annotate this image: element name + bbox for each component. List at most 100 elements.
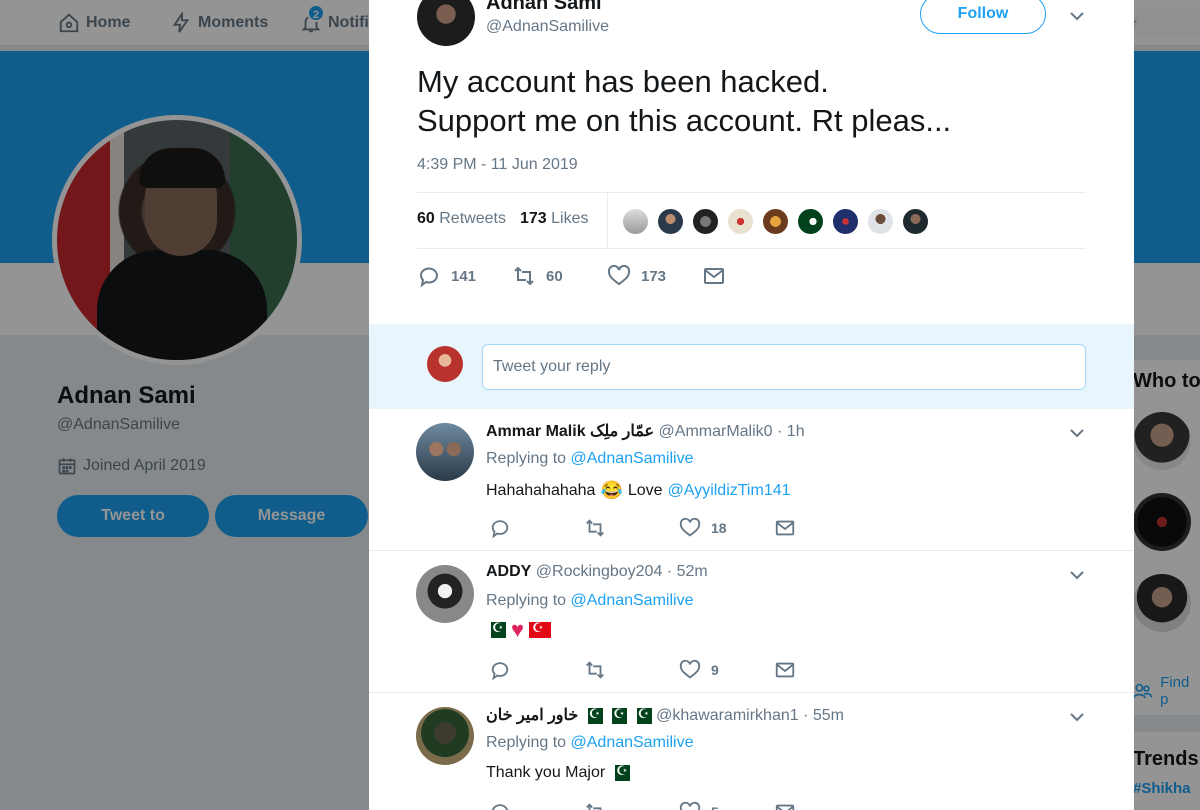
reply-author-name[interactable]: ADDY [486, 563, 531, 580]
reply-action[interactable] [489, 801, 584, 810]
liker-avatar[interactable] [866, 207, 895, 236]
reply-text: Thank you Major [486, 763, 631, 782]
chevron-down-icon[interactable] [1067, 565, 1087, 585]
reply-icon [491, 662, 509, 681]
tweet-text: My account has been hacked. Support me o… [417, 64, 952, 138]
envelope-icon [775, 804, 795, 810]
reply-avatar[interactable] [416, 707, 474, 765]
message-action[interactable] [774, 801, 869, 810]
reply-header: خاور امیر خان @khawaramirkhan1 · 55m [486, 705, 844, 725]
divider [607, 193, 608, 248]
message-action[interactable] [702, 264, 726, 288]
retweets-stat[interactable]: 60 Retweets [417, 210, 506, 228]
reply-text: Hahahahahaha 😂 Love @AyyildizTim141 [486, 480, 791, 501]
liker-avatar[interactable] [726, 207, 755, 236]
reply-actions: 9 [489, 659, 869, 681]
mention-link[interactable]: @AyyildizTim141 [668, 482, 791, 500]
pakistan-flag-icon [607, 706, 628, 724]
like-action[interactable]: 9 [679, 659, 774, 681]
turkey-flag-icon [529, 620, 552, 638]
envelope-icon [775, 520, 795, 536]
reply-icon [420, 267, 438, 288]
liker-avatar[interactable] [761, 207, 790, 236]
reply-author-handle[interactable]: @Rockingboy204 [536, 563, 663, 580]
retweet-icon [586, 803, 602, 810]
likers-avatars [621, 207, 930, 236]
laughing-emoji-icon: 😂 [600, 480, 623, 500]
author-name[interactable]: Adnan Sami [486, 0, 602, 15]
like-action[interactable]: 18 [679, 517, 774, 539]
replying-to-label: Replying to [486, 592, 567, 609]
heart-icon [607, 264, 631, 286]
reply-count: 141 [451, 267, 477, 285]
retweet-action[interactable]: 60 [512, 264, 607, 288]
likes-stat-label: Likes [551, 210, 589, 227]
envelope-icon [775, 662, 795, 678]
reply-text: ♥ [486, 619, 552, 641]
reply-icon [491, 520, 509, 539]
reply-text-body: Thank you Major [486, 764, 606, 781]
reply-author-name[interactable]: Ammar Malik عمّار ملِک [486, 423, 654, 440]
heart-icon [679, 659, 701, 679]
reply-avatar[interactable] [416, 423, 474, 481]
liker-avatar[interactable] [691, 207, 720, 236]
reply-tweet[interactable]: ADDY @Rockingboy204 · 52m Replying to @A… [369, 551, 1134, 693]
liker-avatar[interactable] [796, 207, 825, 236]
chevron-down-icon[interactable] [1067, 707, 1087, 727]
likes-stat[interactable]: 173 Likes [520, 210, 589, 228]
reply-avatar[interactable] [416, 565, 474, 623]
reply-action[interactable]: 141 [417, 264, 512, 288]
retweet-action[interactable] [584, 659, 679, 681]
reply-time[interactable]: · 52m [667, 563, 708, 580]
reply-time[interactable]: · 55m [803, 707, 844, 724]
reply-text-after: Love [627, 481, 663, 499]
retweet-count: 60 [546, 267, 563, 285]
like-count: 18 [711, 520, 727, 536]
tweet-actions: 141 60 173 [417, 264, 726, 288]
replying-to-link[interactable]: @AdnanSamilive [571, 592, 694, 609]
message-action[interactable] [774, 659, 869, 681]
reply-author-handle[interactable]: @khawaramirkhan1 [656, 707, 799, 724]
author-avatar[interactable] [417, 0, 475, 46]
retweet-icon [514, 266, 534, 286]
reply-header: Ammar Malik عمّار ملِک @AmmarMalik0 · 1h [486, 421, 805, 441]
reply-author-handle[interactable]: @AmmarMalik0 [659, 423, 773, 440]
replying-to-link[interactable]: @AdnanSamilive [571, 450, 694, 467]
reply-author-name[interactable]: خاور امیر خان [486, 707, 578, 724]
tweet-stats: 60 Retweets 173 Likes [417, 210, 588, 228]
liker-avatar[interactable] [831, 207, 860, 236]
chevron-down-icon[interactable] [1067, 423, 1087, 443]
like-count: 5 [711, 804, 719, 810]
reply-header: ADDY @Rockingboy204 · 52m [486, 563, 708, 581]
liker-avatar[interactable] [621, 207, 650, 236]
reply-action[interactable] [489, 659, 584, 681]
reply-text-body: Hahahahahaha [486, 481, 596, 499]
reply-input[interactable] [482, 344, 1086, 390]
replying-to-link[interactable]: @AdnanSamilive [571, 734, 694, 751]
heart-icon [679, 801, 701, 810]
reply-icon [491, 804, 508, 810]
pakistan-flag-icon [610, 763, 631, 781]
tweet-timestamp[interactable]: 4:39 PM - 11 Jun 2019 [417, 156, 578, 174]
liker-avatar[interactable] [656, 207, 685, 236]
pakistan-flag-icon [582, 706, 603, 724]
reply-tweet[interactable]: Ammar Malik عمّار ملِک @AmmarMalik0 · 1h… [369, 409, 1134, 551]
retweet-action[interactable] [584, 801, 679, 810]
reply-action[interactable] [489, 517, 584, 539]
like-action[interactable]: 5 [679, 801, 774, 810]
replying-to: Replying to @AdnanSamilive [486, 592, 693, 610]
chevron-down-icon[interactable] [1067, 6, 1087, 26]
replying-to-label: Replying to [486, 450, 567, 467]
author-handle[interactable]: @AdnanSamilive [486, 18, 609, 36]
follow-button[interactable]: Follow [920, 0, 1046, 34]
reply-time[interactable]: · 1h [777, 423, 805, 440]
liker-avatar[interactable] [901, 207, 930, 236]
envelope-icon [704, 268, 724, 284]
retweets-stat-label: Retweets [439, 210, 506, 227]
like-action[interactable]: 173 [607, 264, 702, 288]
message-action[interactable] [774, 517, 869, 539]
reply-tweet[interactable]: خاور امیر خان @khawaramirkhan1 · 55m Rep… [369, 693, 1134, 810]
divider [417, 248, 1086, 249]
retweet-action[interactable] [584, 517, 679, 539]
retweets-stat-count: 60 [417, 210, 435, 227]
